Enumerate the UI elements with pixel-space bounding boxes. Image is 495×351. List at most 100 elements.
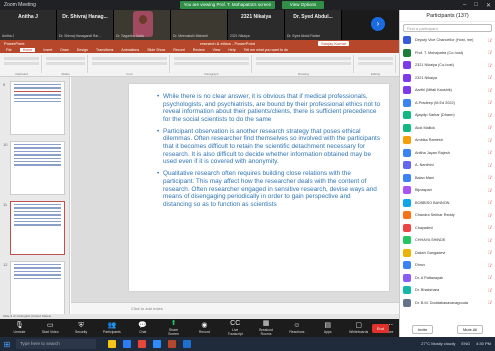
maximize-icon[interactable]: □ [474, 2, 478, 8]
slide-bullet-list[interactable]: While there is no clear answer, it is ob… [157, 93, 381, 213]
zoom-icon[interactable] [153, 340, 161, 348]
ribbon-group-slides[interactable]: Slides [44, 55, 88, 76]
participant-row[interactable]: 2321 Nikaiya 🎙̸ [400, 72, 495, 85]
tab-animations[interactable]: Animations [121, 48, 139, 52]
participant-row[interactable]: Anitha Jayan Rajesh 🎙̸ [400, 147, 495, 160]
muted-mic-icon: 🎙̸ [487, 200, 491, 206]
invite-button[interactable]: Invite [411, 325, 434, 334]
participant-row[interactable]: Ajaydip Sarkar (Dharm) 🎙̸ [400, 109, 495, 122]
next-page-arrow-icon[interactable]: › [371, 17, 385, 31]
participant-row[interactable]: Daksh Gangadevi 🎙̸ [400, 247, 495, 260]
participant-name: Chandra Sekhar Reddy [415, 213, 455, 218]
participant-video-tile[interactable]: Dr. Sagarika Datta [114, 10, 171, 40]
share-screen-button[interactable]: ⬆ Share Screen [164, 320, 183, 336]
chat-button[interactable]: 💬 Chat [133, 322, 152, 334]
close-icon[interactable]: ✕ [486, 2, 491, 9]
participant-tile[interactable]: Anitha J Anitha J [0, 10, 57, 40]
participant-row[interactable]: Deputy Vice Chancellor (Host, me) 🎙̸ [400, 34, 495, 47]
participant-row[interactable]: Prof. T. Mohapatra (Co-host) 🎙̸ [400, 47, 495, 60]
ribbon-group-editing[interactable]: Editing [356, 55, 396, 76]
language-indicator[interactable]: ENG [461, 341, 470, 346]
whiteboard-icon: ▢ [355, 322, 362, 329]
end-meeting-button[interactable]: End [371, 324, 389, 333]
edge-icon[interactable] [123, 340, 131, 348]
taskbar-search-input[interactable]: Type here to search [16, 339, 96, 349]
slide-thumbnail[interactable]: 10 [3, 141, 65, 195]
participant-row[interactable]: Dr. B.M. Doddabasavanagouda 🎙̸ [400, 297, 495, 310]
chrome-icon[interactable] [138, 340, 146, 348]
tab-review[interactable]: Review [193, 48, 205, 52]
avatar [403, 298, 411, 307]
avatar [403, 73, 411, 82]
user-name[interactable]: Sanjay Kumar [318, 41, 350, 46]
windows-taskbar: ⊞ Type here to search 27°C Mostly cloudy… [0, 337, 495, 351]
whiteboards-button[interactable]: ▢ Whiteboards [349, 322, 368, 334]
slide-thumbnail-selected[interactable]: 11 [3, 201, 65, 255]
participant-search-input[interactable]: Find a participant [403, 24, 492, 32]
tab-help[interactable]: Help [228, 48, 235, 52]
slide-thumbnail[interactable]: 12 [3, 261, 65, 314]
participant-row[interactable]: CHHAYA SHINDE 🎙̸ [400, 234, 495, 247]
security-button[interactable]: ⛨ Security [72, 322, 91, 334]
start-video-button[interactable]: ▭ Start Video [41, 322, 60, 334]
tab-file[interactable]: File [6, 48, 12, 52]
record-button[interactable]: ◉ Record [195, 322, 214, 334]
muted-mic-icon: 🎙̸ [487, 75, 491, 81]
minimize-icon[interactable]: – [463, 2, 466, 8]
ribbon-group-font[interactable]: Font [90, 55, 170, 76]
ribbon-group-paragraph[interactable]: Paragraph [172, 55, 252, 76]
tab-transitions[interactable]: Transitions [96, 48, 113, 52]
word-icon[interactable] [183, 340, 191, 348]
tell-me-search[interactable]: Tell me what you want to do [244, 48, 288, 52]
notes-pane[interactable]: Click to add notes [71, 302, 399, 314]
tab-home[interactable]: Home [19, 48, 36, 52]
participant-row[interactable]: Alok Mallick 🎙̸ [400, 122, 495, 135]
windows-start-icon[interactable]: ⊞ [0, 337, 14, 351]
tab-design[interactable]: Design [77, 48, 88, 52]
muted-mic-icon: 🎙̸ [487, 250, 491, 256]
participant-row[interactable]: Balan Mani 🎙̸ [400, 172, 495, 185]
tab-record[interactable]: Record [173, 48, 185, 52]
participant-row[interactable]: Dr. A Pattanayak 🎙̸ [400, 272, 495, 285]
slide-thumbnails-pane[interactable]: 9 10 11 12 [0, 77, 70, 314]
slide-thumbnail[interactable]: 9 [3, 81, 65, 135]
breakout-rooms-button[interactable]: ▦ Breakout Rooms [257, 320, 276, 336]
unmute-button[interactable]: 🎙 Unmute [10, 322, 29, 334]
reactions-button[interactable]: ☺ Reactions [287, 322, 306, 334]
muted-mic-icon: 🎙̸ [487, 137, 491, 143]
participant-row[interactable]: Bijnaspari 🎙̸ [400, 184, 495, 197]
participant-tile[interactable]: Dr. Shivraj Hanag... Dr. Shivraj Hanagand… [57, 10, 114, 40]
current-slide[interactable]: While there is no clear answer, it is ob… [129, 84, 389, 291]
clock-text[interactable]: 4:30 PM [476, 341, 491, 346]
tab-slide-show[interactable]: Slide Show [147, 48, 165, 52]
view-options-button[interactable]: View Options [282, 1, 324, 9]
tab-draw[interactable]: Draw [60, 48, 68, 52]
mute-all-button[interactable]: Mute All [456, 325, 484, 334]
weather-text[interactable]: 27°C Mostly cloudy [421, 341, 455, 346]
file-explorer-icon[interactable] [108, 340, 116, 348]
participant-row[interactable]: 2321 Nikaiya (Co-host) 🎙̸ [400, 59, 495, 72]
muted-mic-icon: 🎙̸ [487, 287, 491, 293]
participant-row[interactable]: Dhruv 🎙̸ [400, 259, 495, 272]
ribbon-group-drawing[interactable]: Drawing [254, 55, 354, 76]
apps-button[interactable]: ▤ Apps [318, 322, 337, 334]
participant-tile[interactable]: 2321 Nikaiya 2321 Nikaiya [228, 10, 285, 40]
participant-row[interactable]: A. Nanthini 🎙̸ [400, 159, 495, 172]
ribbon-group-clipboard[interactable]: Clipboard [2, 55, 42, 76]
participant-row[interactable]: BOBBISO BANNON 🎙̸ [400, 197, 495, 210]
participant-row[interactable]: Dr. Bhakshara 🎙̸ [400, 284, 495, 297]
participant-row[interactable]: Chayadevi 🎙̸ [400, 222, 495, 235]
participant-row[interactable]: Ambika Ramesh 🎙̸ [400, 134, 495, 147]
participant-row[interactable]: Chandra Sekhar Reddy 🎙̸ [400, 209, 495, 222]
tab-view[interactable]: View [213, 48, 221, 52]
participant-row[interactable]: A.Pradeep (M.Ed 2022) 🎙̸ [400, 97, 495, 110]
participant-video-tile[interactable]: Dr. Meenakshi Mahanti [171, 10, 228, 40]
apps-icon: ▤ [324, 322, 331, 329]
participant-tile[interactable]: Dr. Syed Abdul... Dr. Syed Abdul Rahim [285, 10, 342, 40]
window-title: Zoom Meeting [4, 2, 36, 8]
participants-button[interactable]: 👥 Participants [102, 322, 121, 334]
participant-row[interactable]: Aarthi (Mitali Kaushik) 🎙̸ [400, 84, 495, 97]
live-transcript-button[interactable]: CC Live Transcript [226, 320, 245, 336]
tab-insert[interactable]: Insert [43, 48, 52, 52]
powerpoint-icon[interactable] [168, 340, 176, 348]
